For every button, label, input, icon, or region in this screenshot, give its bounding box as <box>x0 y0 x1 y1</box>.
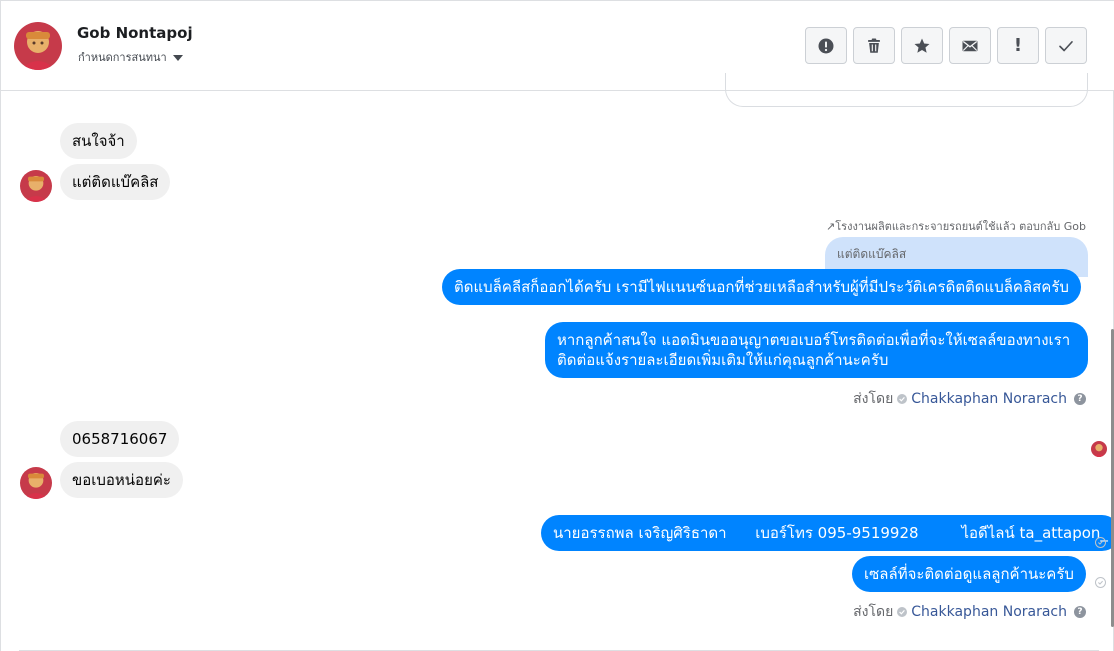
mail-icon <box>962 40 978 51</box>
agent-name-link[interactable]: Chakkaphan Norarach <box>911 391 1067 407</box>
mark-done-button[interactable] <box>1045 27 1087 64</box>
caret-down-icon <box>172 54 183 61</box>
sent-by-label: ส่งโดย <box>853 391 894 407</box>
trash-icon <box>868 38 880 53</box>
verified-check-icon <box>897 607 908 617</box>
contact-name[interactable]: Gob Nontapoj <box>77 24 193 42</box>
sent-by-info: ส่งโดย Chakkaphan Norarach ? <box>853 388 1086 410</box>
delivered-check-icon <box>1095 537 1106 548</box>
check-icon <box>1059 40 1073 51</box>
incoming-message: แต่ติดแบ๊คลิส <box>60 164 171 200</box>
conversation-toolbar: ! <box>805 27 1087 64</box>
follow-up-button[interactable]: ! <box>997 27 1039 64</box>
delivered-check-icon <box>1095 577 1106 588</box>
incoming-message: ขอเบอหน่อยค่ะ <box>60 462 183 498</box>
assign-label: กำหนดการสนทนา <box>78 51 167 64</box>
reply-arrow-icon: ↗ <box>826 220 836 233</box>
reply-context-label: ↗โรงงานผลิตและกระจายรถยนต์ใช้แล้ว ตอบกลั… <box>826 217 1086 235</box>
sent-by-label: ส่งโดย <box>853 604 894 620</box>
star-button[interactable] <box>901 27 943 64</box>
outgoing-message: ติดแบล็คลีสก็ออกได้ครับ เรามีไฟแนนซ์นอกท… <box>442 269 1081 305</box>
conversation-panel: Gob Nontapoj กำหนดการสนทนา ! สนใจจ้า แต่… <box>0 0 1114 651</box>
outgoing-message: หากลูกค้าสนใจ แอดมินขออนุญาตขอเบอร์โทรติ… <box>545 322 1088 378</box>
seen-avatar <box>1091 441 1107 457</box>
help-icon[interactable]: ? <box>1074 606 1086 618</box>
star-icon <box>914 38 930 53</box>
incoming-message: 0658716067 <box>60 421 180 457</box>
contact-avatar-small <box>20 170 52 202</box>
contact-avatar-small <box>20 467 52 499</box>
agent-name-link[interactable]: Chakkaphan Norarach <box>911 604 1067 620</box>
contact-avatar[interactable] <box>14 22 62 70</box>
help-icon[interactable]: ? <box>1074 393 1086 405</box>
mark-unread-button[interactable] <box>949 27 991 64</box>
reply-context-text: โรงงานผลิตและกระจายรถยนต์ใช้แล้ว ตอบกลับ… <box>835 220 1086 233</box>
delete-button[interactable] <box>853 27 895 64</box>
mark-spam-button[interactable] <box>805 27 847 64</box>
outgoing-message: เซลล์ที่จะติดต่อดูแลลูกค้านะครับ <box>852 556 1086 592</box>
alert-circle-icon <box>818 38 834 53</box>
verified-check-icon <box>897 394 908 404</box>
outgoing-message-line: หากลูกค้าสนใจ แอดมินขออนุญาตขอเบอร์โทรติ… <box>557 331 1071 349</box>
outgoing-message: นายอรรถพล เจริญศิริธาดา เบอร์โทร 095-951… <box>541 515 1114 551</box>
exclamation-icon: ! <box>1013 35 1023 56</box>
outgoing-message-line: ติดต่อแจ้งรายละเอียดเพิ่มเติมให้แก่คุณลู… <box>557 351 889 369</box>
incoming-message: สนใจจ้า <box>60 123 137 159</box>
previous-message-card <box>725 73 1088 107</box>
assign-conversation-dropdown[interactable]: กำหนดการสนทนา <box>78 48 183 66</box>
sent-by-info: ส่งโดย Chakkaphan Norarach ? <box>853 601 1086 623</box>
